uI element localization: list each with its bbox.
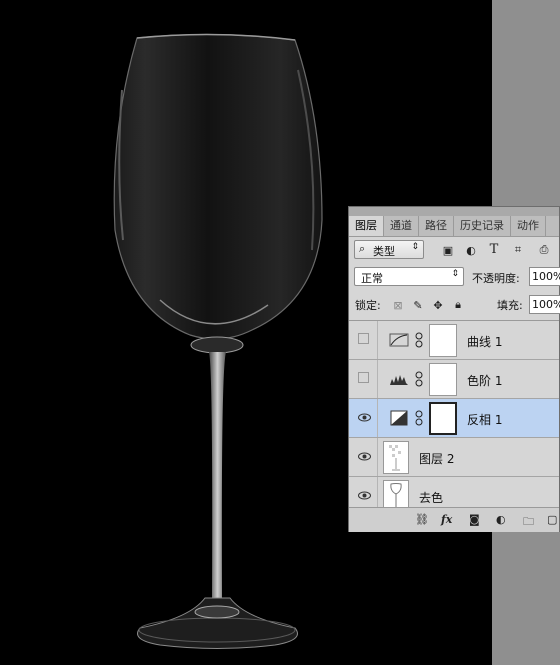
layer-name[interactable]: 曲线 1 — [467, 333, 502, 350]
blend-mode-select[interactable]: 正常 ⇕ — [354, 267, 464, 286]
levels-adjustment-icon — [390, 375, 408, 385]
visibility-toggle[interactable] — [358, 372, 369, 383]
divider — [377, 360, 378, 398]
panel-top-strip — [349, 207, 559, 216]
chevron-updown-icon: ⇕ — [411, 242, 419, 252]
new-layer-icon[interactable]: ▢ — [547, 513, 557, 526]
opacity-input[interactable]: 100% — [529, 267, 560, 286]
mask-icon[interactable]: ◙ — [469, 513, 480, 526]
image-filter-icon[interactable]: ▣ — [441, 243, 455, 257]
visibility-toggle[interactable] — [358, 333, 369, 344]
tab-paths[interactable]: 路径 — [419, 216, 454, 236]
fx-icon[interactable]: fx — [441, 513, 452, 526]
lock-position-icon[interactable]: ✥ — [431, 298, 445, 312]
fill-value: 100% — [532, 298, 560, 311]
layer-row-levels[interactable]: 色阶 1 — [349, 360, 559, 399]
divider — [377, 321, 378, 359]
layer-name[interactable]: 去色 — [419, 489, 443, 506]
layer-row-curves[interactable]: 曲线 1 — [349, 321, 559, 360]
wine-glass-thumbnail-icon — [389, 445, 401, 471]
layer-name[interactable]: 色阶 1 — [467, 372, 502, 389]
layer-mask-thumbnail[interactable] — [429, 324, 457, 357]
invert-adjustment-icon — [390, 410, 408, 426]
layer-name[interactable]: 反相 1 — [467, 411, 502, 428]
layers-bottom-bar: ⛓ fx ◙ ◐ 🗀 ▢ — [349, 507, 559, 532]
lock-image-icon[interactable]: ✎ — [411, 298, 425, 312]
divider — [377, 477, 378, 508]
eye-icon[interactable] — [358, 450, 371, 463]
tab-layers[interactable]: 图层 — [349, 216, 384, 236]
layer-row-desaturate[interactable]: 去色 — [349, 477, 559, 508]
layer-mask-thumbnail-selected[interactable] — [429, 402, 457, 435]
layer-row-layer2[interactable]: 图层 2 — [349, 438, 559, 477]
smart-object-filter-icon[interactable]: ⎙ — [537, 243, 551, 257]
layer-thumbnail[interactable] — [383, 441, 409, 474]
tab-history[interactable]: 历史记录 — [454, 216, 511, 236]
filter-kind-label: 类型 — [373, 245, 395, 258]
eye-icon[interactable] — [358, 489, 371, 502]
shape-filter-icon[interactable]: ⌗ — [511, 243, 525, 257]
link-icon[interactable]: ⛓ — [415, 513, 429, 526]
type-filter-icon[interactable]: T — [487, 242, 501, 257]
link-chain-icon[interactable] — [415, 409, 423, 427]
folder-icon[interactable]: 🗀 — [523, 513, 534, 532]
lock-transparent-icon[interactable]: ⊠ — [391, 298, 405, 312]
search-icon: ⌕ — [359, 242, 366, 255]
tab-channels[interactable]: 通道 — [384, 216, 419, 236]
fill-input[interactable]: 100% — [529, 295, 560, 314]
layer-mask-thumbnail[interactable] — [429, 363, 457, 396]
curves-adjustment-icon — [389, 333, 409, 347]
layers-panel[interactable]: 图层 通道 路径 历史记录 动作 ⌕ 类型 ⇕ ▣ ◐ T ⌗ ⎙ 正常 ⇕ 不… — [348, 206, 560, 532]
adjustment-filter-icon[interactable]: ◐ — [464, 243, 478, 257]
chevron-updown-icon: ⇕ — [451, 269, 459, 279]
blend-mode-value: 正常 — [361, 272, 383, 285]
divider — [377, 438, 378, 476]
panel-tabs: 图层 通道 路径 历史记录 动作 — [349, 216, 559, 237]
fill-label: 填充: — [497, 299, 523, 312]
tab-actions[interactable]: 动作 — [511, 216, 546, 236]
divider — [377, 399, 378, 437]
lock-all-icon[interactable]: 🔒︎ — [451, 298, 465, 312]
wine-glass-thumbnail-icon — [390, 483, 402, 508]
adjustment-icon[interactable]: ◐ — [496, 513, 506, 526]
layer-row-invert[interactable]: 反相 1 — [349, 399, 559, 438]
filter-kind-select[interactable]: ⌕ 类型 ⇕ — [354, 240, 424, 259]
opacity-label: 不透明度: — [472, 272, 520, 285]
eye-icon[interactable] — [358, 411, 371, 424]
opacity-value: 100% — [532, 270, 560, 283]
layer-thumbnail[interactable] — [383, 480, 409, 508]
link-chain-icon[interactable] — [415, 370, 423, 388]
layer-name[interactable]: 图层 2 — [419, 450, 454, 467]
link-chain-icon[interactable] — [415, 331, 423, 349]
layers-list: 曲线 1 色阶 1 反相 1 图层 2 去色 — [349, 320, 559, 508]
lock-label: 锁定: — [355, 299, 381, 312]
